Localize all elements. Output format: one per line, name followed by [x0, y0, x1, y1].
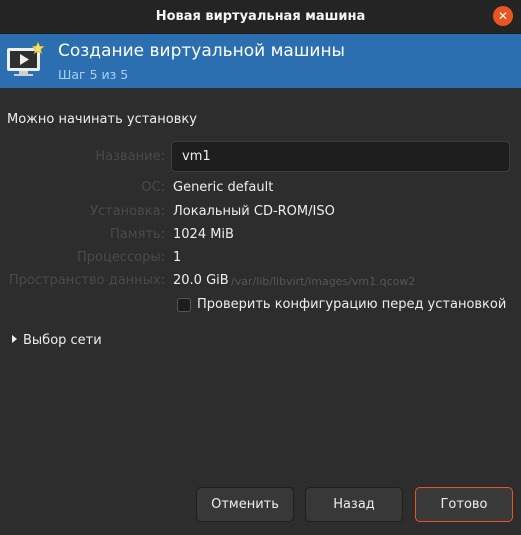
expander-arrow-icon — [12, 335, 17, 343]
name-input[interactable] — [171, 141, 510, 172]
wizard-title: Создание виртуальной машины — [58, 41, 345, 61]
os-label: ОС: — [141, 180, 165, 195]
window-title: Новая виртуальная машина — [155, 9, 366, 24]
window-titlebar: Новая виртуальная машина ✕ — [0, 0, 521, 34]
install-value: Локальный CD-ROM/ISO — [173, 204, 335, 219]
storage-path: /var/lib/libvirt/images/vm1.qcow2 — [231, 275, 416, 288]
back-button[interactable]: Назад — [305, 487, 403, 522]
wizard-header: Создание виртуальной машины Шаг 5 из 5 — [0, 34, 521, 88]
cpus-label: Процессоры: — [77, 250, 165, 265]
install-label: Установка: — [90, 204, 165, 219]
cpus-value: 1 — [173, 250, 182, 265]
network-expander-label: Выбор сети — [23, 333, 102, 348]
storage-label: Пространство данных: — [8, 273, 165, 288]
memory-label: Память: — [110, 227, 165, 242]
customize-checkbox[interactable] — [177, 298, 191, 312]
section-title: Можно начинать установку — [7, 112, 197, 127]
name-label: Название: — [95, 149, 165, 164]
storage-value: 20.0 GiB — [173, 273, 229, 288]
cancel-button[interactable]: Отменить — [196, 487, 294, 522]
close-icon[interactable]: ✕ — [493, 6, 513, 26]
vm-play-icon — [7, 41, 45, 76]
os-value: Generic default — [173, 180, 274, 195]
memory-value: 1024 MiB — [173, 227, 234, 242]
wizard-step: Шаг 5 из 5 — [58, 67, 129, 82]
customize-checkbox-label[interactable]: Проверить конфигурацию перед установкой — [197, 297, 506, 312]
finish-button[interactable]: Готово — [415, 487, 513, 522]
